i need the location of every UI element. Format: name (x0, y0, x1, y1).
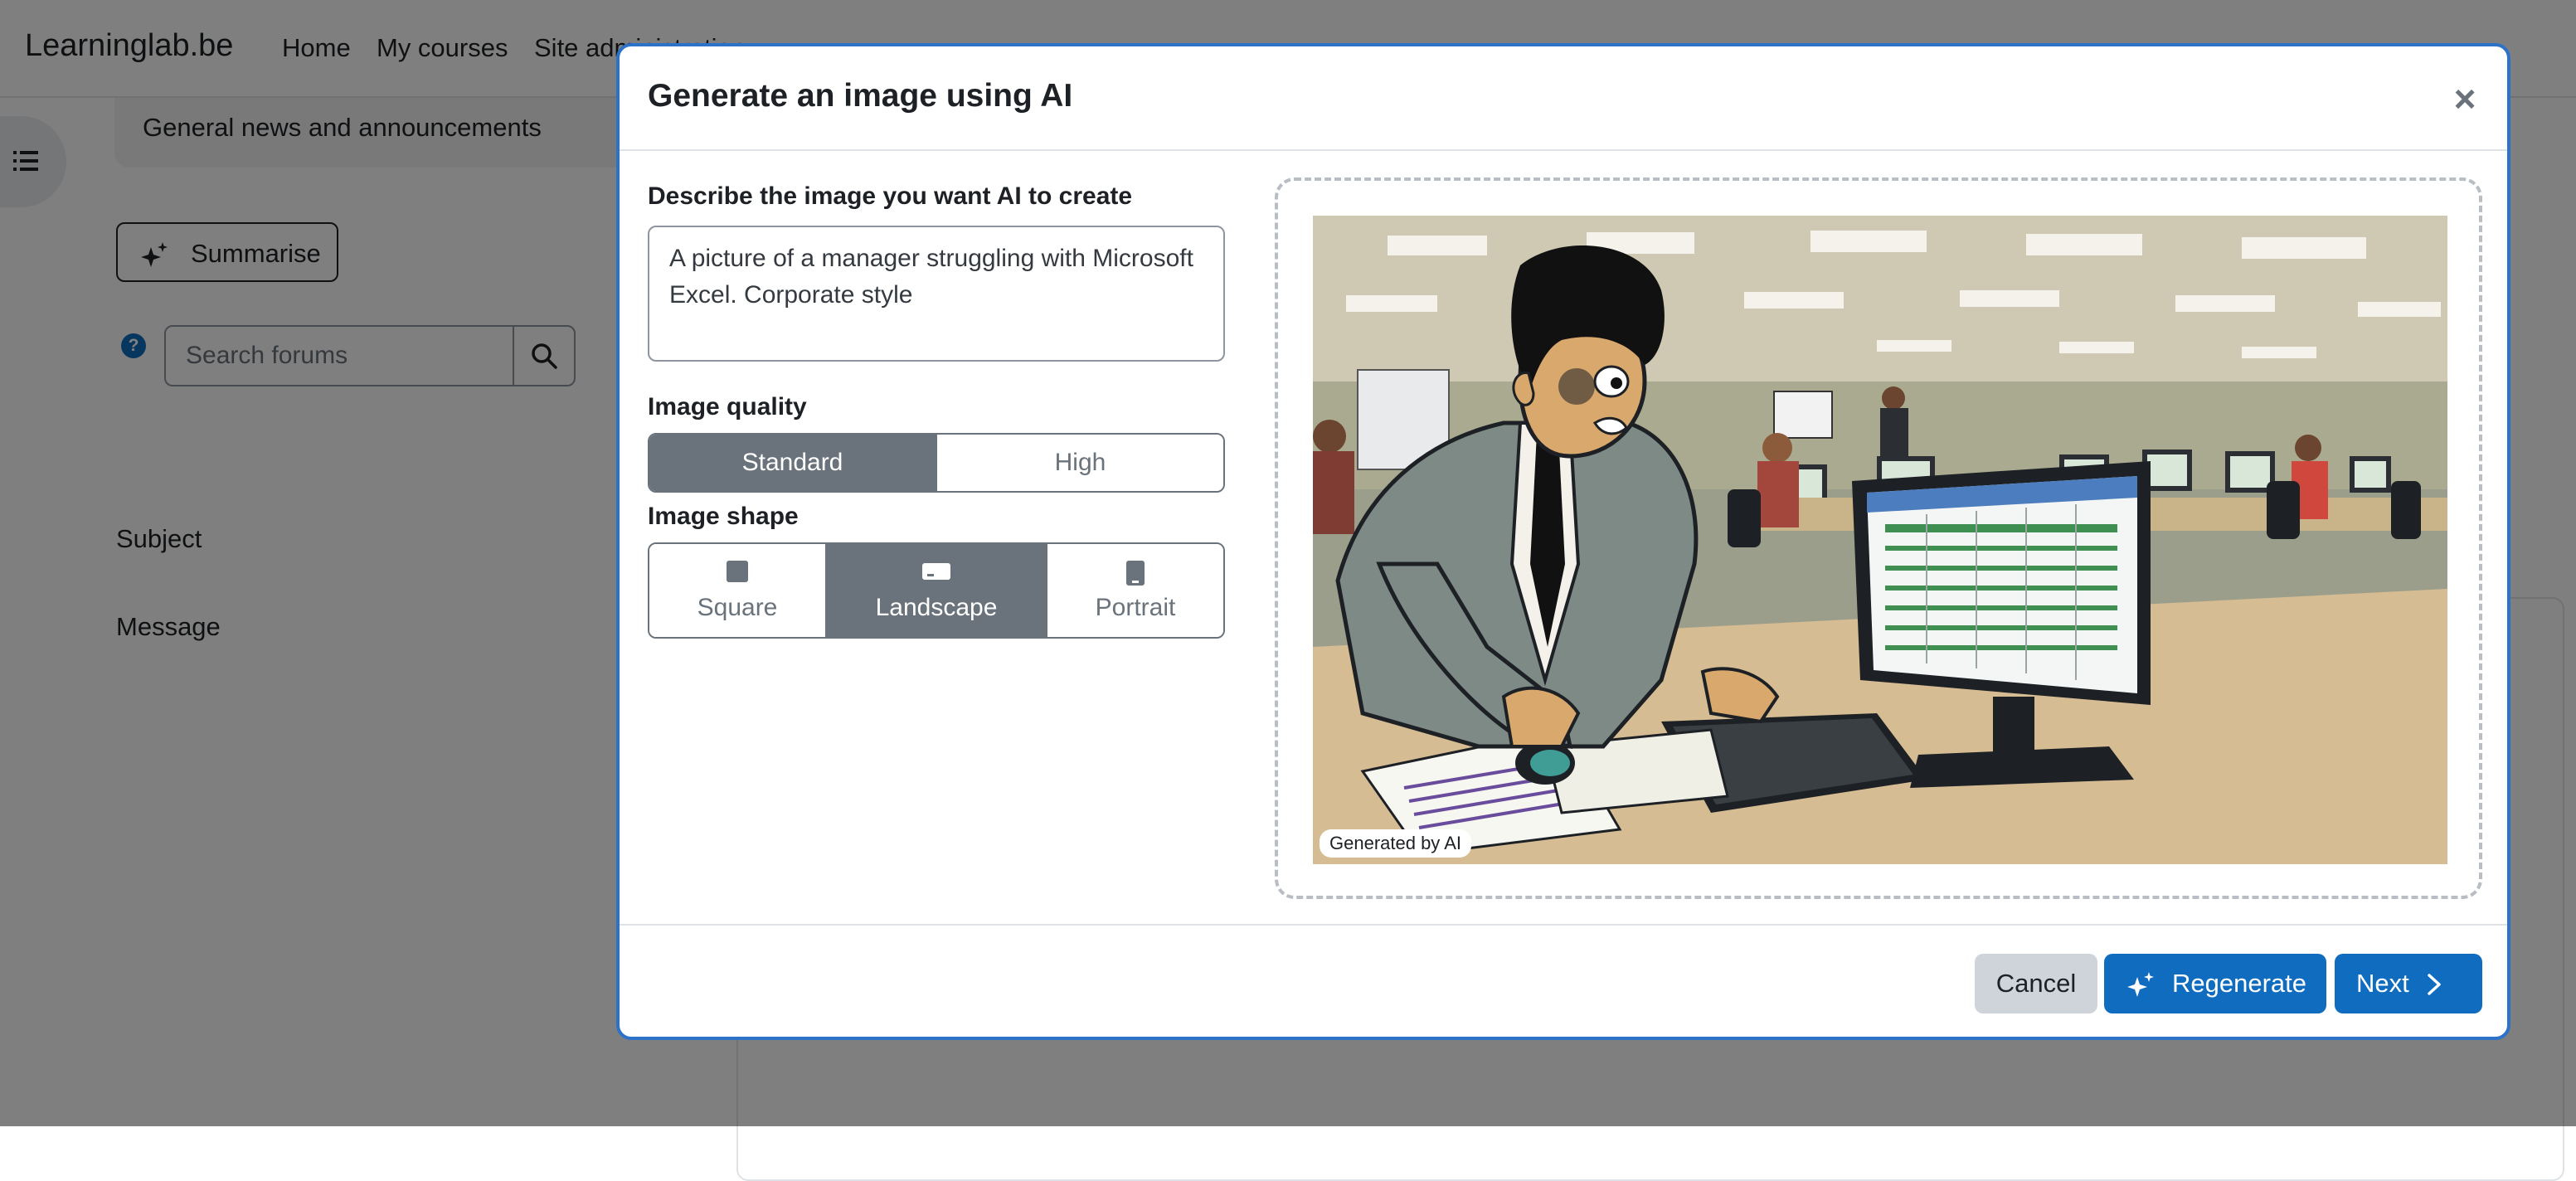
modal-title: Generate an image using AI (648, 78, 1073, 114)
quality-selector: Standard High (648, 433, 1225, 493)
square-shape-icon (727, 561, 748, 582)
quality-standard-option[interactable]: Standard (649, 435, 936, 491)
shape-portrait-label: Portrait (1095, 594, 1176, 621)
image-preview-frame: Generated by AI (1275, 177, 2482, 899)
shape-square-option[interactable]: Square (649, 544, 825, 637)
shape-selector: Square Landscape Portrait (648, 542, 1225, 639)
quality-label: Image quality (648, 393, 807, 420)
shape-landscape-option[interactable]: Landscape (825, 544, 1046, 637)
close-icon[interactable]: × (2446, 80, 2484, 118)
shape-landscape-label: Landscape (875, 594, 998, 621)
regenerate-button[interactable]: Regenerate (2104, 954, 2326, 1013)
sparkle-icon (2127, 972, 2154, 997)
quality-high-option[interactable]: High (936, 435, 1223, 491)
portrait-shape-icon (1126, 561, 1145, 586)
modal-header: Generate an image using AI × (620, 46, 2507, 151)
prompt-textarea[interactable] (648, 226, 1225, 362)
cancel-button[interactable]: Cancel (1975, 954, 2097, 1013)
shape-square-label: Square (697, 594, 778, 621)
modal-footer: Cancel Regenerate Next (620, 924, 2507, 1037)
next-label: Next (2356, 969, 2409, 998)
regenerate-label: Regenerate (2172, 969, 2307, 998)
next-button[interactable]: Next (2335, 954, 2482, 1013)
office-illustration (1313, 216, 2447, 864)
generated-by-ai-badge: Generated by AI (1320, 829, 1471, 858)
chevron-right-icon (2428, 974, 2441, 995)
shape-label: Image shape (648, 503, 799, 530)
generated-image: Generated by AI (1313, 216, 2447, 864)
landscape-shape-icon (922, 563, 950, 580)
prompt-label: Describe the image you want AI to create (648, 182, 1133, 210)
generate-image-modal: Generate an image using AI × Describe th… (616, 43, 2510, 1040)
shape-portrait-option[interactable]: Portrait (1046, 544, 1223, 637)
